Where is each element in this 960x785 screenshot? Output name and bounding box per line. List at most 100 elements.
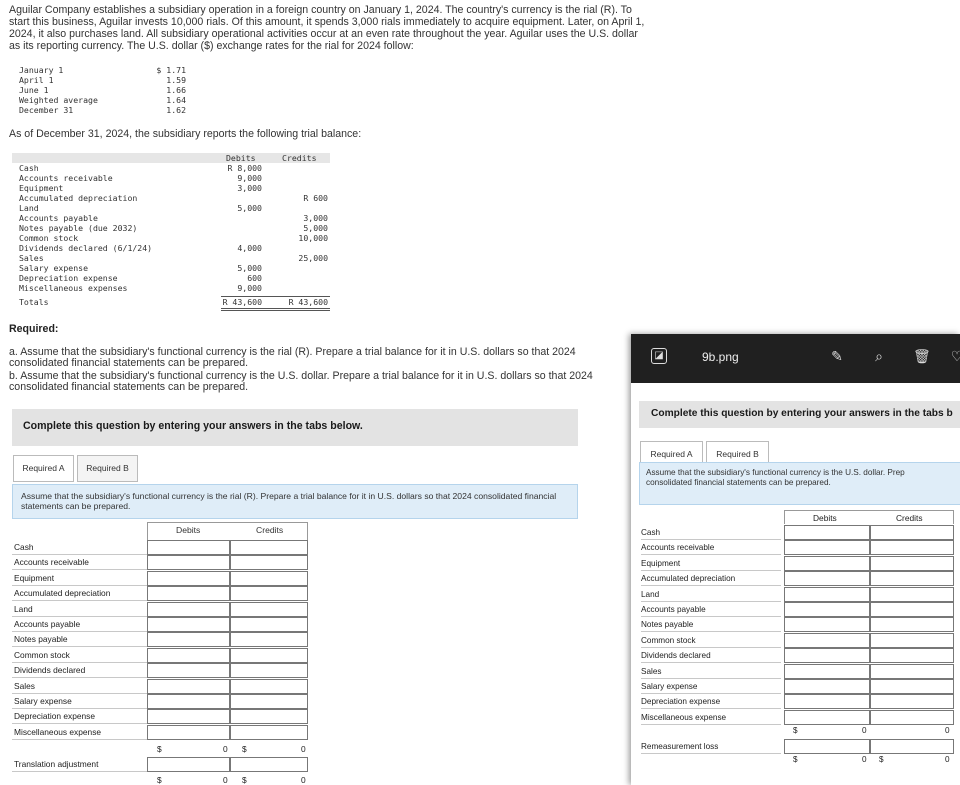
viewer-credit-box — [870, 602, 954, 617]
viewer-debit-box — [784, 586, 870, 602]
viewer-toolbar: ◪ 9b.png ✎ ⌕ 🗑 ♡ — [631, 334, 960, 383]
tab-required-a[interactable]: Required A — [13, 455, 74, 482]
answer-debit-input[interactable] — [147, 570, 230, 586]
answer-debit-input[interactable] — [147, 601, 230, 617]
edit-image-icon[interactable]: ✎ — [829, 348, 845, 364]
viewer-row-label: Land — [641, 587, 781, 602]
viewer-instruction: Assume that the subsidiary's functional … — [639, 462, 960, 505]
answer-debit-input[interactable] — [147, 709, 230, 725]
delete-icon[interactable]: 🗑 — [913, 348, 931, 364]
answer-subtotal-cur-debit: $ — [157, 744, 162, 755]
answer-credit-input[interactable] — [230, 586, 308, 602]
answer-credit-input[interactable] — [230, 555, 308, 571]
exchange-rates-table: January 1 $ 1.71 April 1 1.59 June 1 1.66 Weig… — [19, 65, 189, 115]
viewer-debit-box — [784, 648, 870, 664]
viewer-filename: 9b.png — [702, 350, 739, 364]
tb-row: Notes payable (due 2032) 5,000 — [12, 223, 330, 233]
viewer-col-credits: Credits — [896, 513, 923, 523]
answer-credit-input[interactable] — [230, 601, 308, 617]
tb-credit: 25,000 — [298, 253, 328, 263]
answer-row-label: Common stock — [12, 648, 147, 663]
viewer-row-label: Dividends declared — [641, 648, 781, 664]
answer-credit-input[interactable] — [230, 647, 308, 663]
viewer-instruction-text: Assume that the subsidiary's functional … — [646, 468, 905, 487]
rate-row: June 1 1.66 — [19, 85, 189, 95]
answer-row-label: Depreciation expense — [12, 709, 147, 725]
tb-account: Common stock — [19, 233, 79, 243]
rate-row: April 1 1.59 — [19, 75, 189, 85]
answer-instruction: Assume that the subsidiary's functional … — [12, 484, 578, 519]
tb-header-credits: Credits — [282, 153, 317, 163]
answer-adjust-debit-input[interactable] — [147, 757, 230, 773]
viewer-row-label: Depreciation expense — [641, 694, 781, 710]
answer-credit-input[interactable] — [230, 540, 308, 555]
viewer-row-label: Accounts payable — [641, 602, 781, 617]
tb-row: Accounts payable 3,000 — [12, 213, 330, 223]
required-title: Required: — [9, 323, 59, 335]
viewer-row-label: Accumulated depreciation — [641, 571, 781, 587]
viewer-subtotal-debit: 0 — [862, 726, 867, 736]
answer-credit-input[interactable] — [230, 709, 308, 725]
viewer-row-label: Notes payable — [641, 617, 781, 633]
answer-debit-input[interactable] — [147, 555, 230, 571]
answer-adjust-credit-input[interactable] — [230, 757, 308, 773]
rate-value: 1.64 — [166, 95, 186, 105]
viewer-total-credit: 0 — [945, 755, 950, 765]
problem-intro: Aguilar Company establishes a subsidiary… — [9, 4, 645, 52]
tb-header: Debits Credits — [12, 153, 330, 163]
viewer-credit-box — [870, 663, 954, 679]
viewer-debit-box — [784, 709, 870, 725]
answer-debit-input[interactable] — [147, 647, 230, 663]
rate-label: April 1 — [19, 75, 54, 85]
answer-row-label: Accounts receivable — [12, 555, 147, 571]
answer-credit-input[interactable] — [230, 694, 308, 709]
visual-search-icon[interactable]: ⌕ — [871, 348, 887, 364]
answer-row-label: Miscellaneous expense — [12, 725, 147, 740]
answer-credit-input[interactable] — [230, 663, 308, 679]
tb-debit: 9,000 — [237, 173, 262, 183]
answer-col-credits: Credits — [256, 525, 284, 535]
viewer-credit-box — [870, 648, 954, 664]
viewer-row-label: Accounts receivable — [641, 540, 781, 556]
answer-debit-input[interactable] — [147, 724, 230, 740]
answer-subtotal-cur-credit: $ — [242, 744, 247, 755]
image-icon: ◪ — [651, 348, 667, 364]
viewer-row-label: Common stock — [641, 633, 781, 648]
tb-account: Accounts payable — [19, 213, 98, 223]
favorite-icon[interactable]: ♡ — [949, 348, 960, 364]
answer-debit-input[interactable] — [147, 586, 230, 602]
rate-row: Weighted average 1.64 — [19, 95, 189, 105]
viewer-credit-box — [870, 679, 954, 694]
tb-row: Land 5,000 — [12, 203, 330, 213]
viewer-debit-box — [784, 525, 870, 540]
tab-required-b[interactable]: Required B — [77, 455, 138, 482]
tb-debit: 4,000 — [237, 243, 262, 253]
rate-value: 1.62 — [166, 105, 186, 115]
answer-credit-input[interactable] — [230, 678, 308, 694]
answer-credit-input[interactable] — [230, 632, 308, 648]
viewer-row-label: Cash — [641, 525, 781, 540]
answer-debit-input[interactable] — [147, 663, 230, 679]
answer-debit-input[interactable] — [147, 678, 230, 694]
image-viewer-window: ◪ 9b.png ✎ ⌕ 🗑 ♡ Complete this question … — [631, 334, 960, 785]
answer-credit-input[interactable] — [230, 724, 308, 740]
rate-value: 1.59 — [166, 75, 186, 85]
answer-debit-input[interactable] — [147, 694, 230, 709]
answer-debit-input[interactable] — [147, 617, 230, 632]
answer-debit-input[interactable] — [147, 540, 230, 555]
tb-account: Dividends declared (6/1/24) — [19, 243, 153, 253]
tb-row: Sales 25,000 — [12, 253, 330, 263]
required-b-text: b. Assume that the subsidiary's function… — [9, 370, 593, 393]
viewer-credit-box — [870, 586, 954, 602]
tb-totals-debit: R 43,600 — [222, 297, 262, 307]
answer-debit-input[interactable] — [147, 632, 230, 648]
answer-credit-input[interactable] — [230, 617, 308, 632]
answer-panel-header: Complete this question by entering your … — [12, 409, 578, 446]
viewer-col-debits: Debits — [813, 513, 837, 523]
answer-credit-input[interactable] — [230, 570, 308, 586]
viewer-row-label: Miscellaneous expense — [641, 710, 781, 725]
tb-account: Accumulated depreciation — [19, 193, 138, 203]
viewer-debit-box — [784, 679, 870, 694]
tb-totals-credit: R 43,600 — [288, 297, 328, 307]
answer-row-label: Salary expense — [12, 694, 147, 709]
